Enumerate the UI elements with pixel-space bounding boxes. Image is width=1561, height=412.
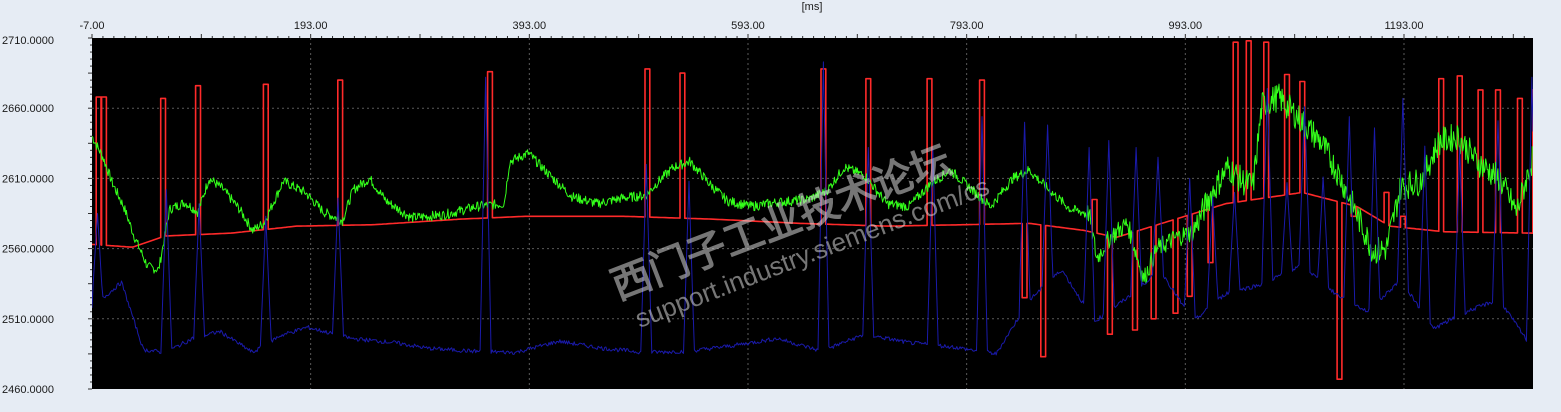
y-tick-label: 2660.0000 — [2, 103, 54, 115]
x-tick-label: 793.00 — [950, 20, 984, 32]
x-tick-label: 593.00 — [731, 20, 765, 32]
x-tick-label: 193.00 — [294, 20, 328, 32]
y-tick-label: 2510.0000 — [2, 314, 54, 326]
y-tick-label: 2460.0000 — [2, 384, 54, 396]
y-tick-label: 2710.0000 — [2, 35, 54, 47]
x-tick-label: 393.00 — [513, 20, 547, 32]
x-axis-unit-label: [ms] — [802, 1, 823, 13]
y-tick-label: 2610.0000 — [2, 173, 54, 185]
x-tick-label: -7.00 — [79, 20, 104, 32]
x-tick-label: 993.00 — [1168, 20, 1202, 32]
y-tick-label: 2560.0000 — [2, 244, 54, 256]
chart-root: [ms] -7.00 193.00 393.00 593.00 793.00 993.00… — [0, 0, 1561, 412]
x-tick-label: 1193.00 — [1385, 20, 1424, 32]
